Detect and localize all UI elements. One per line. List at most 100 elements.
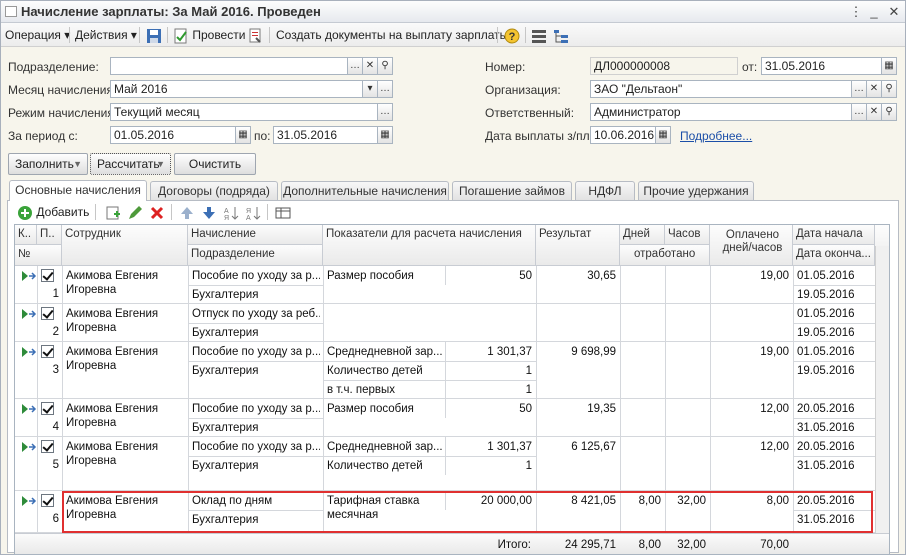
mode-field[interactable]: Текущий месяц: [110, 103, 378, 121]
header-end-date[interactable]: Дата оконча...: [793, 245, 875, 266]
tab-strip: Основные начисления Договоры (подряда) Д…: [7, 180, 897, 201]
move-up-button[interactable]: [179, 204, 195, 220]
header-hours[interactable]: Часов: [665, 225, 710, 245]
close-icon[interactable]: ✕: [885, 3, 903, 20]
header-result[interactable]: Результат: [536, 225, 620, 266]
month-field[interactable]: Май 2016: [110, 80, 363, 98]
header-k[interactable]: К..: [15, 225, 37, 245]
more-menu-icon[interactable]: ⋮: [847, 3, 865, 20]
responsible-field[interactable]: Администратор: [590, 103, 852, 121]
org-clear-icon[interactable]: ✕: [866, 80, 882, 98]
accrual-type[interactable]: Отпуск по уходу за реб...: [192, 307, 320, 321]
header-employee[interactable]: Сотрудник: [62, 225, 188, 266]
hierarchy-button[interactable]: [553, 27, 569, 43]
move-down-button[interactable]: [201, 204, 217, 220]
fill-button[interactable]: Заполнить ▼: [8, 153, 88, 175]
calculate-button[interactable]: Рассчитать ▼: [90, 153, 171, 175]
number-label: Номер:: [485, 60, 526, 74]
clear-button[interactable]: Очистить: [174, 153, 256, 175]
row-checkbox[interactable]: [41, 494, 54, 507]
more-details-link[interactable]: Подробнее...: [680, 129, 752, 143]
columns-settings-button[interactable]: [275, 204, 291, 220]
structure-button[interactable]: [531, 27, 547, 43]
period-from-field[interactable]: 01.05.2016: [110, 126, 236, 144]
toolbar-divider: [139, 27, 140, 43]
row-checkbox[interactable]: [41, 269, 54, 282]
pay-date-field[interactable]: 10.06.2016: [590, 126, 656, 144]
header-accrual[interactable]: Начисление: [188, 225, 323, 245]
accruals-table[interactable]: К.. П.. № Сотрудник Начисление Подраздел…: [14, 224, 890, 555]
documents-icon-button[interactable]: [247, 27, 263, 43]
org-field[interactable]: ЗАО "Дельтаон": [590, 80, 852, 98]
row-type-icon: [21, 495, 37, 507]
number-field[interactable]: ДЛ000000008: [590, 57, 738, 75]
start-date: 20.05.2016: [797, 403, 855, 415]
row-checkbox[interactable]: [41, 307, 54, 320]
mode-select-button[interactable]: …: [377, 103, 393, 121]
tab-main-accruals[interactable]: Основные начисления: [9, 180, 147, 201]
svg-text:A: A: [246, 215, 251, 221]
actions-menu[interactable]: Действия ▾: [75, 27, 137, 43]
copy-row-button[interactable]: [105, 204, 121, 220]
document-date-field[interactable]: 31.05.2016: [761, 57, 882, 75]
tab-ndfl[interactable]: НДФЛ: [575, 181, 635, 200]
tab-contracts[interactable]: Договоры (подряда): [150, 181, 278, 200]
operation-menu[interactable]: Операция ▾: [5, 27, 70, 43]
accrual-type[interactable]: Пособие по уходу за р...: [192, 402, 320, 416]
sort-asc-button[interactable]: AЯ: [223, 204, 239, 221]
header-number[interactable]: №: [15, 245, 62, 266]
period-to-field[interactable]: 31.05.2016: [273, 126, 378, 144]
month-dropdown-icon[interactable]: ▾: [362, 80, 378, 98]
row-checkbox[interactable]: [41, 440, 54, 453]
period-from-calendar-icon[interactable]: ▦: [235, 126, 251, 144]
dept-search-icon[interactable]: ⚲: [377, 57, 393, 75]
tab-loan-repayment[interactable]: Погашение займов: [452, 181, 572, 200]
tab-other-deductions[interactable]: Прочие удержания: [638, 181, 754, 200]
post-button[interactable]: Провести: [173, 27, 245, 44]
row-checkbox[interactable]: [41, 345, 54, 358]
document-icon: [5, 6, 17, 17]
help-button[interactable]: ?: [504, 27, 520, 44]
column-divider: [37, 266, 38, 533]
header-p[interactable]: П..: [37, 225, 62, 245]
org-select-button[interactable]: …: [851, 80, 867, 98]
accrual-type[interactable]: Пособие по уходу за р...: [192, 345, 320, 359]
vertical-scrollbar[interactable]: [875, 246, 889, 533]
toolbar-divider: [95, 204, 96, 220]
org-search-icon[interactable]: ⚲: [881, 80, 897, 98]
responsible-search-icon[interactable]: ⚲: [881, 103, 897, 121]
month-select-button[interactable]: …: [377, 80, 393, 98]
accrual-type[interactable]: Пособие по уходу за р...: [192, 440, 320, 454]
save-icon-button[interactable]: [146, 27, 162, 43]
header-start-date[interactable]: Дата начала: [793, 225, 875, 245]
header-days[interactable]: Дней: [620, 225, 665, 245]
row-number: 5: [52, 459, 59, 471]
header-paid[interactable]: Оплачено дней/часов: [710, 225, 793, 266]
edit-row-button[interactable]: [127, 204, 143, 220]
row-checkbox[interactable]: [41, 402, 54, 415]
period-to-calendar-icon[interactable]: ▦: [377, 126, 393, 144]
responsible-select-button[interactable]: …: [851, 103, 867, 121]
sort-desc-button[interactable]: ЯA: [245, 204, 261, 221]
accrual-type[interactable]: Пособие по уходу за р...: [192, 269, 320, 283]
pay-date-calendar-icon[interactable]: ▦: [655, 126, 671, 144]
subdivision: Бухгалтерия: [192, 422, 259, 434]
create-payment-docs-button[interactable]: Создать документы на выплату зарплаты: [276, 27, 508, 43]
dept-field[interactable]: [110, 57, 348, 75]
dept-clear-icon[interactable]: ✕: [362, 57, 378, 75]
document-date-calendar-icon[interactable]: ▦: [881, 57, 897, 75]
header-indicators[interactable]: Показатели для расчета начисления: [323, 225, 536, 266]
document-window: Начисление зарплаты: За Май 2016. Провед…: [0, 0, 906, 555]
dept-select-button[interactable]: …: [347, 57, 363, 75]
row-divider: [15, 303, 875, 304]
row-number: 4: [52, 421, 59, 433]
header-subdivision[interactable]: Подразделение: [188, 245, 323, 266]
minimize-icon[interactable]: _: [865, 3, 883, 20]
add-icon: [18, 205, 32, 220]
responsible-clear-icon[interactable]: ✕: [866, 103, 882, 121]
tab-additional-accruals[interactable]: Дополнительные начисления: [281, 181, 449, 200]
delete-row-button[interactable]: [149, 204, 165, 220]
add-row-button[interactable]: Добавить: [17, 204, 89, 220]
delete-icon: [150, 206, 164, 219]
post-icon: [174, 28, 187, 44]
